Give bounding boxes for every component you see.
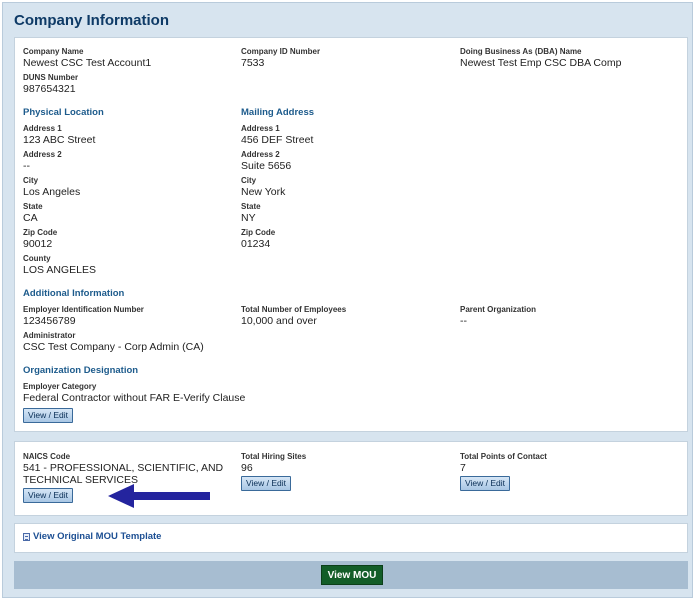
mailing-address2-field: Address 2 Suite 5656 xyxy=(241,150,292,172)
mou-template-panel: View Original MOU Template xyxy=(14,523,688,553)
physical-county-field: County LOS ANGELES xyxy=(23,254,96,276)
view-original-mou-template-link[interactable]: View Original MOU Template xyxy=(23,531,161,542)
company-details-panel: Company Name Newest CSC Test Account1 Co… xyxy=(14,37,688,432)
document-icon xyxy=(23,532,30,541)
physical-city-field: City Los Angeles xyxy=(23,176,81,198)
parent-organization-field: Parent Organization -- xyxy=(460,305,537,327)
administrator-field: Administrator CSC Test Company - Corp Ad… xyxy=(23,331,204,353)
physical-zip-field: Zip Code 90012 xyxy=(23,228,58,250)
total-points-of-contact-field: Total Points of Contact 7 xyxy=(460,452,547,474)
company-information-container: Company Information Company Name Newest … xyxy=(2,2,693,598)
mailing-zip-field: Zip Code 01234 xyxy=(241,228,276,250)
naics-code-field: NAICS Code 541 - PROFESSIONAL, SCIENTIFI… xyxy=(23,452,224,486)
dba-name-field: Doing Business As (DBA) Name Newest Test… xyxy=(460,47,622,69)
company-id-field: Company ID Number 7533 xyxy=(241,47,321,69)
mailing-address1-field: Address 1 456 DEF Street xyxy=(241,124,314,146)
annotation-arrow-icon xyxy=(108,484,210,508)
company-name-value: Newest CSC Test Account1 xyxy=(23,57,152,69)
mailing-city-field: City New York xyxy=(241,176,286,198)
naics-view-edit-button[interactable]: View / Edit xyxy=(23,488,74,503)
duns-field: DUNS Number 987654321 xyxy=(23,73,79,95)
page-title: Company Information xyxy=(14,12,170,29)
duns-value: 987654321 xyxy=(23,83,76,95)
physical-address1-field: Address 1 123 ABC Street xyxy=(23,124,96,146)
total-hiring-sites-field: Total Hiring Sites 96 xyxy=(241,452,307,474)
footer-action-bar: View MOU xyxy=(14,561,688,589)
total-employees-field: Total Number of Employees 10,000 and ove… xyxy=(241,305,347,327)
mailing-state-field: State NY xyxy=(241,202,261,224)
company-id-value: 7533 xyxy=(241,57,265,69)
view-mou-button[interactable]: View MOU xyxy=(321,565,383,585)
organization-designation-heading: Organization Designation xyxy=(23,365,139,376)
mailing-address-heading: Mailing Address xyxy=(241,107,315,118)
contacts-view-edit-button[interactable]: View / Edit xyxy=(460,476,511,491)
designation-view-edit-button[interactable]: View / Edit xyxy=(23,408,74,423)
company-name-field: Company Name Newest CSC Test Account1 xyxy=(23,47,152,69)
ein-field: Employer Identification Number 123456789 xyxy=(23,305,144,327)
physical-address2-field: Address 2 -- xyxy=(23,150,62,172)
dba-name-value: Newest Test Emp CSC DBA Comp xyxy=(460,57,622,69)
employer-category-field: Employer Category Federal Contractor wit… xyxy=(23,382,246,404)
physical-location-heading: Physical Location xyxy=(23,107,104,118)
additional-information-heading: Additional Information xyxy=(23,288,125,299)
hiring-sites-view-edit-button[interactable]: View / Edit xyxy=(241,476,292,491)
physical-state-field: State CA xyxy=(23,202,43,224)
